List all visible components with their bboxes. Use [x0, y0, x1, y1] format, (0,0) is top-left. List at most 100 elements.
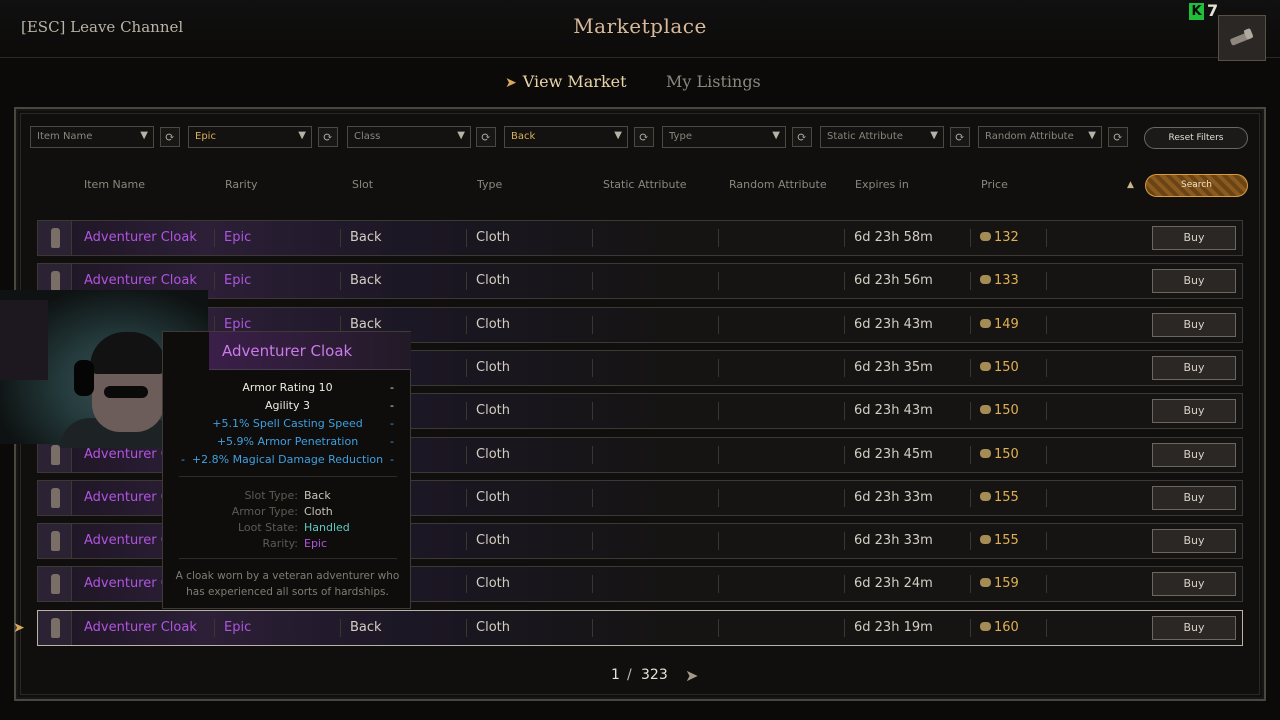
reset-slot-button[interactable]: ⟳	[634, 127, 654, 147]
price-cell: 155	[980, 533, 1019, 548]
column-divider	[844, 445, 845, 464]
price-value: 150	[994, 359, 1019, 375]
filter-rarity[interactable]: Epic ▼	[188, 126, 312, 148]
next-page-button[interactable]: ➤	[685, 666, 698, 685]
buy-button[interactable]: Buy	[1152, 269, 1236, 294]
reset-item-name-button[interactable]: ⟳	[160, 127, 180, 147]
price-value: 150	[994, 446, 1019, 462]
buy-button[interactable]: Buy	[1152, 399, 1236, 424]
column-divider	[466, 445, 467, 464]
gold-coin-icon	[980, 578, 991, 588]
column-divider	[970, 618, 971, 637]
tooltip-detail-key: Slot Type:	[244, 489, 298, 502]
tab-my-listings[interactable]: My Listings	[666, 72, 761, 91]
price-cell: 133	[980, 273, 1019, 288]
column-header-static-attribute[interactable]: Static Attribute	[603, 178, 687, 191]
column-divider	[592, 402, 593, 421]
type-cell: Cloth	[476, 533, 510, 549]
column-header-random-attribute[interactable]: Random Attribute	[729, 178, 827, 191]
buy-button[interactable]: Buy	[1152, 312, 1236, 337]
column-divider	[970, 402, 971, 421]
column-header-expires[interactable]: Expires in	[855, 178, 909, 191]
buy-button[interactable]: Buy	[1152, 572, 1236, 597]
buy-button[interactable]: Buy	[1152, 442, 1236, 467]
buy-button[interactable]: Buy	[1152, 615, 1236, 640]
refresh-icon: ⟳	[480, 130, 492, 144]
column-divider	[1046, 618, 1047, 637]
chevron-down-icon: ▼	[614, 130, 622, 141]
reset-filters-button[interactable]: Reset Filters	[1144, 127, 1248, 149]
column-divider	[592, 532, 593, 551]
gold-coin-icon	[980, 491, 991, 501]
tooltip-divider	[179, 476, 397, 477]
filter-class[interactable]: Class ▼	[347, 126, 471, 148]
reset-rarity-button[interactable]: ⟳	[318, 127, 338, 147]
filter-random-attribute[interactable]: Random Attribute ▼	[978, 126, 1102, 148]
cloak-icon	[38, 221, 72, 255]
column-divider	[466, 618, 467, 637]
tooltip-base-stat: Armor Rating 10	[242, 381, 333, 394]
column-divider	[592, 618, 593, 637]
column-divider	[466, 402, 467, 421]
tooltip-description: A cloak worn by a veteran adventurer who…	[175, 570, 400, 598]
column-header-slot[interactable]: Slot	[352, 178, 373, 191]
buy-button[interactable]: Buy	[1152, 529, 1236, 554]
column-divider	[592, 445, 593, 464]
column-divider	[592, 229, 593, 247]
column-header-type[interactable]: Type	[477, 178, 502, 191]
filter-item-name[interactable]: Item Name ▼	[30, 126, 154, 148]
buy-button[interactable]: Buy	[1152, 355, 1236, 380]
filter-slot[interactable]: Back ▼	[504, 126, 628, 148]
page-separator: /	[627, 667, 632, 683]
table-row[interactable]: Adventurer Cloak Epic Back Cloth 6d 23h 56m 1…	[37, 263, 1243, 300]
expires-cell: 6d 23h 24m	[854, 576, 933, 592]
reset-class-button[interactable]: ⟳	[476, 127, 496, 147]
buy-button[interactable]: Buy	[1152, 485, 1236, 510]
rarity-cell: Epic	[224, 273, 252, 289]
column-divider	[466, 532, 467, 551]
filter-static-attribute[interactable]: Static Attribute ▼	[820, 126, 944, 148]
table-row[interactable]: Adventurer Cloak Epic Back Cloth 6d 23h 58m 1…	[37, 220, 1243, 256]
filter-type[interactable]: Type ▼	[662, 126, 786, 148]
column-divider	[340, 229, 341, 247]
price-value: 155	[994, 533, 1019, 549]
slot-cell: Back	[350, 273, 382, 289]
gold-coin-icon	[980, 318, 991, 328]
column-divider	[844, 315, 845, 334]
gold-coin-icon	[980, 361, 991, 371]
tooltip-detail-value: Handled	[304, 521, 350, 534]
column-header-rarity[interactable]: Rarity	[225, 178, 258, 191]
column-divider	[592, 575, 593, 594]
item-name-cell: Adventurer C	[84, 576, 170, 592]
cloak-icon	[38, 480, 72, 515]
column-divider	[1046, 358, 1047, 377]
tooltip-dash: -	[390, 399, 394, 412]
column-header-price[interactable]: Price	[981, 178, 1008, 191]
price-cell: 150	[980, 360, 1019, 375]
reset-random-attribute-button[interactable]: ⟳	[1108, 127, 1128, 147]
tab-view-market[interactable]: ➤ View Market	[505, 72, 627, 91]
reset-static-attribute-button[interactable]: ⟳	[950, 127, 970, 147]
column-divider	[466, 575, 467, 594]
column-divider	[1046, 488, 1047, 507]
buy-button[interactable]: Buy	[1152, 226, 1236, 250]
sort-ascending-icon[interactable]: ▲	[1127, 180, 1134, 190]
tooltip-bonus-stat: +2.8% Magical Damage Reduction	[191, 453, 384, 466]
filter-label: Epic	[195, 131, 216, 142]
rarity-cell: Epic	[224, 230, 252, 245]
column-divider	[340, 618, 341, 637]
reset-type-button[interactable]: ⟳	[792, 127, 812, 147]
expires-cell: 6d 23h 33m	[854, 489, 933, 505]
item-name-cell: Adventurer Cloak	[84, 619, 197, 635]
column-divider	[214, 618, 215, 637]
column-header-item-name[interactable]: Item Name	[84, 178, 145, 191]
tooltip-base-stat: Agility 3	[265, 399, 310, 412]
webcam-background	[0, 300, 48, 380]
tooltip-divider	[179, 558, 397, 559]
spyglass-button[interactable]	[1218, 15, 1266, 61]
search-button[interactable]: Search	[1145, 174, 1248, 197]
filter-label: Item Name	[37, 131, 93, 142]
price-value: 132	[994, 230, 1019, 245]
table-row[interactable]: Adventurer Cloak Epic Back Cloth 6d 23h 19m 1…	[37, 609, 1243, 646]
price-value: 155	[994, 489, 1019, 505]
